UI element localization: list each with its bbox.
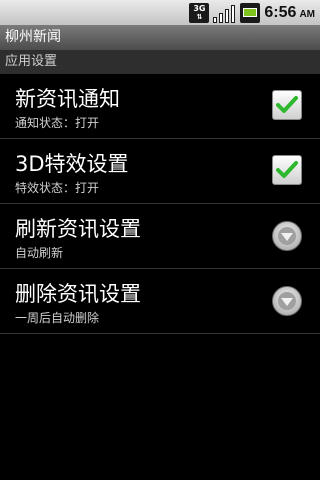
chevron-down-icon	[278, 227, 296, 245]
pref-item-3d-effects[interactable]: 3D特效设置 特效状态：打开	[0, 139, 320, 204]
pref-summary: 一周后自动删除	[15, 311, 100, 325]
network-3g-icon: 3G ⇅	[189, 2, 210, 23]
pref-title: 新资讯通知	[15, 87, 120, 111]
pref-item-refresh-news[interactable]: 刷新资讯设置 自动刷新	[0, 204, 320, 269]
app-title: 柳州新闻	[5, 29, 61, 45]
battery-icon	[240, 2, 261, 23]
signal-strength-icon	[213, 3, 236, 23]
section-title: 应用设置	[5, 54, 58, 69]
preference-list: 新资讯通知 通知状态：打开 3D特效设置 特效状态：打开 刷新资讯设置 自动刷新…	[0, 74, 320, 334]
status-bar: 3G ⇅ 6:56 AM	[0, 0, 320, 25]
clock-time: 6:56	[264, 3, 297, 21]
app-title-bar: 柳州新闻	[0, 25, 320, 50]
network-label: 3G	[193, 3, 206, 13]
refresh-dropdown-button[interactable]	[272, 221, 302, 251]
pref-title: 3D特效设置	[15, 152, 129, 176]
pref-title: 刷新资讯设置	[15, 217, 141, 241]
pref-item-delete-news[interactable]: 删除资讯设置 一周后自动删除	[0, 269, 320, 334]
pref-summary: 自动刷新	[15, 246, 64, 260]
pref-summary: 特效状态：打开	[15, 181, 100, 195]
notification-checkbox[interactable]	[272, 90, 302, 120]
3d-effects-checkbox[interactable]	[272, 155, 302, 185]
pref-title: 删除资讯设置	[15, 282, 141, 306]
chevron-down-icon	[278, 292, 296, 310]
pref-summary: 通知状态：打开	[15, 116, 100, 130]
checkmark-icon	[276, 161, 298, 178]
pref-item-news-notification[interactable]: 新资讯通知 通知状态：打开	[0, 74, 320, 139]
checkmark-icon	[276, 96, 298, 113]
section-header: 应用设置	[0, 50, 320, 74]
clock-ampm: AM	[299, 8, 315, 20]
delete-dropdown-button[interactable]	[272, 286, 302, 316]
